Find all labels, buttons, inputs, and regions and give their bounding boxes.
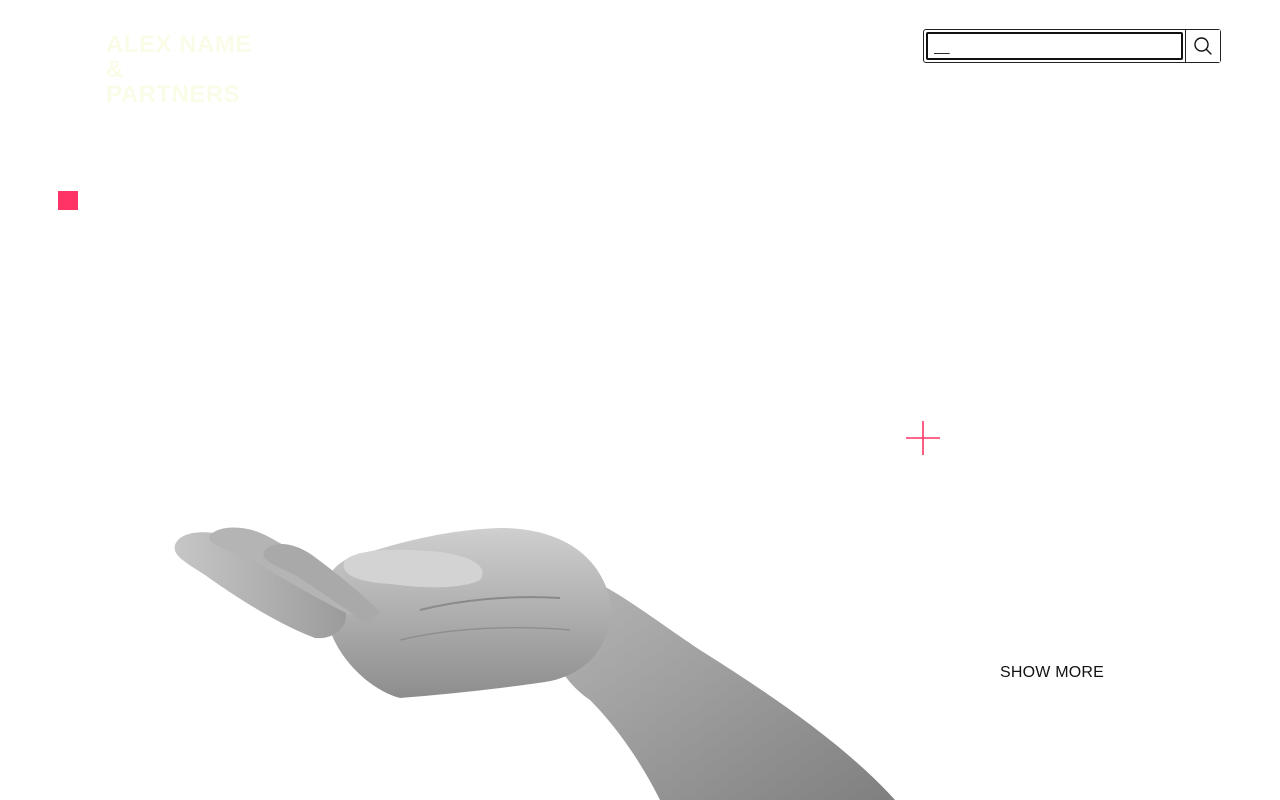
logo-line-1: ALEX NAME & [106, 31, 252, 83]
search-field-wrapper [926, 32, 1183, 60]
accent-square-icon [58, 191, 78, 210]
search-icon [1194, 37, 1212, 55]
page: ALEX NAME & PARTNERS SHOW MORE [0, 0, 1280, 800]
plus-icon [906, 421, 940, 455]
logo[interactable]: ALEX NAME & PARTNERS [106, 32, 266, 107]
show-more-button[interactable]: SHOW MORE [1000, 664, 1104, 682]
search-bar [923, 29, 1221, 63]
search-input[interactable] [934, 38, 1181, 54]
search-button[interactable] [1185, 30, 1220, 62]
logo-line-2: PARTNERS [106, 81, 241, 108]
